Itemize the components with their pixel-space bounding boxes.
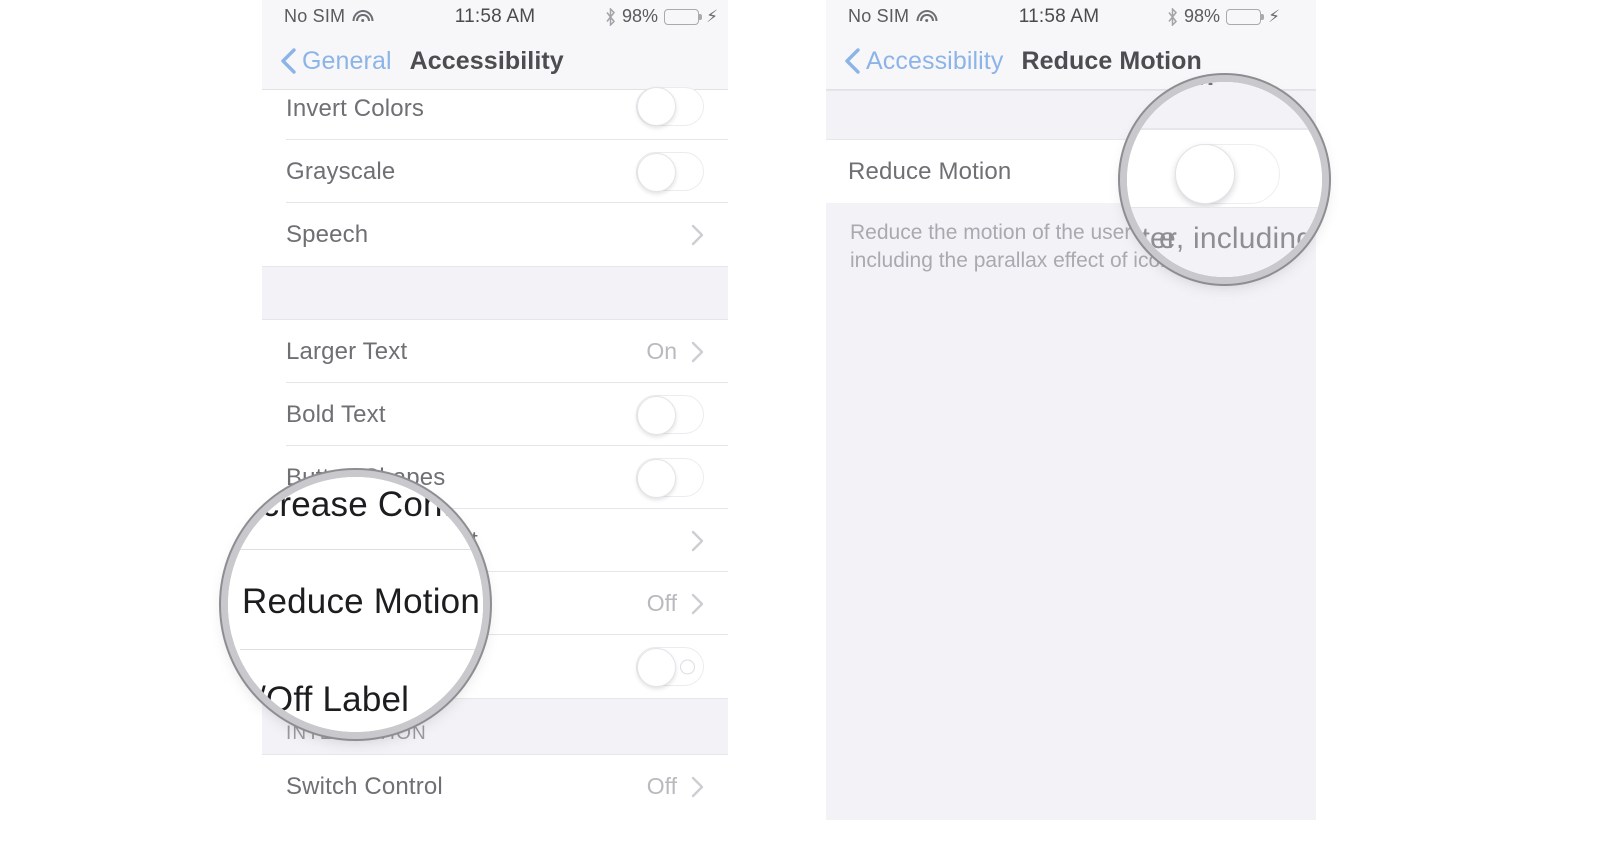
lightning-bolt-icon: ⚡ <box>1268 7 1280 26</box>
row-control[interactable] <box>636 395 728 435</box>
loupe-text: ncrease Cont <box>242 485 453 524</box>
bluetooth-icon <box>1168 7 1178 26</box>
row-switch-control[interactable]: Switch Control Off <box>262 755 728 818</box>
status-bar-right-group: 98% ⚡ <box>1167 6 1280 27</box>
row-control[interactable] <box>691 224 728 246</box>
magnifier-loupe-right: e Motion r inter e, including <box>1127 82 1322 277</box>
loupe-desc-fragment-right: e, including <box>1159 222 1314 255</box>
row-speech[interactable]: Speech <box>262 203 728 266</box>
row-value: On <box>646 338 677 364</box>
toggle-grayscale[interactable] <box>636 152 704 192</box>
loupe-separator <box>240 649 483 651</box>
chevron-left-icon[interactable] <box>280 48 296 74</box>
loupe-title-fragment: e Motion <box>1127 82 1214 92</box>
row-label: Grayscale <box>286 157 396 185</box>
row-larger-text[interactable]: Larger Text On <box>262 320 728 383</box>
chevron-right-icon <box>691 530 704 551</box>
toggle-bold-text[interactable] <box>636 395 704 435</box>
row-label: Bold Text <box>286 400 386 428</box>
back-button-label[interactable]: Accessibility <box>866 47 1003 76</box>
row-control[interactable] <box>691 530 728 552</box>
status-bar-left: No SIM 11:58 AM 98% ⚡ <box>262 0 728 33</box>
toggle-invert-colors[interactable] <box>636 86 704 126</box>
loupe-content: e Motion r inter e, including <box>1127 82 1322 277</box>
loupe-text: Reduce Motion <box>242 582 481 621</box>
loupe-line-1: ncrease Cont <box>242 485 483 525</box>
bluetooth-icon <box>606 7 616 26</box>
page-title: Accessibility <box>409 46 564 75</box>
battery-icon <box>1226 8 1265 25</box>
row-control[interactable] <box>636 647 728 687</box>
status-bar-right: No SIM 11:58 AM 98% ⚡ <box>826 0 1316 33</box>
row-control[interactable] <box>636 152 728 192</box>
battery-percent-label: 98% <box>622 6 659 26</box>
row-control[interactable]: On <box>646 338 728 365</box>
loupe-toggle-reduce-motion[interactable] <box>1175 144 1280 204</box>
loupe-line-3: /Off Label <box>256 680 483 720</box>
row-label: Invert Colors <box>286 95 424 122</box>
row-label: Speech <box>286 220 369 248</box>
nav-bar-left: General Accessibility <box>262 33 728 90</box>
row-value: Off <box>646 773 677 799</box>
row-label: Switch Control <box>286 772 443 800</box>
clock-label: 11:58 AM <box>1018 5 1100 27</box>
battery-percent-label: 98% <box>1184 6 1221 26</box>
row-grayscale[interactable]: Grayscale <box>262 140 728 203</box>
battery-icon <box>664 8 703 25</box>
loupe-content: ncrease Cont Reduce Motion /Off Label <box>228 477 483 732</box>
chevron-right-icon <box>691 593 704 614</box>
clock-label: 11:58 AM <box>454 5 536 27</box>
row-control[interactable]: Off <box>647 590 728 617</box>
row-label: Larger Text <box>286 337 408 365</box>
toggle-button-shapes[interactable] <box>636 458 704 498</box>
row-value: Off <box>646 590 677 616</box>
row-bold-text[interactable]: Bold Text <box>262 383 728 446</box>
back-button-label[interactable]: General <box>302 47 392 76</box>
chevron-right-icon <box>691 776 704 797</box>
loupe-text: /Off Label <box>256 680 410 719</box>
loupe-separator <box>240 549 483 551</box>
row-invert-colors[interactable]: Invert Colors <box>262 86 728 140</box>
row-control[interactable] <box>636 458 728 498</box>
magnifier-loupe-left: ncrease Cont Reduce Motion /Off Label <box>228 477 483 732</box>
row-control[interactable] <box>636 86 728 135</box>
row-control[interactable]: Off <box>647 773 728 800</box>
chevron-right-icon <box>691 341 704 362</box>
description-block: Reduce the motion of the user interface,… <box>826 203 1316 820</box>
status-bar-right-group: 98% ⚡ <box>605 6 718 27</box>
loupe-line-2: Reduce Motion <box>242 582 483 622</box>
loupe-separator <box>1127 128 1322 130</box>
toggle-on-off-labels[interactable] <box>636 647 704 687</box>
section-gap-1 <box>262 266 728 320</box>
chevron-right-icon <box>691 224 704 245</box>
lightning-bolt-icon: ⚡ <box>706 7 718 26</box>
page-title: Reduce Motion <box>1021 46 1202 75</box>
chevron-left-icon[interactable] <box>844 48 860 74</box>
